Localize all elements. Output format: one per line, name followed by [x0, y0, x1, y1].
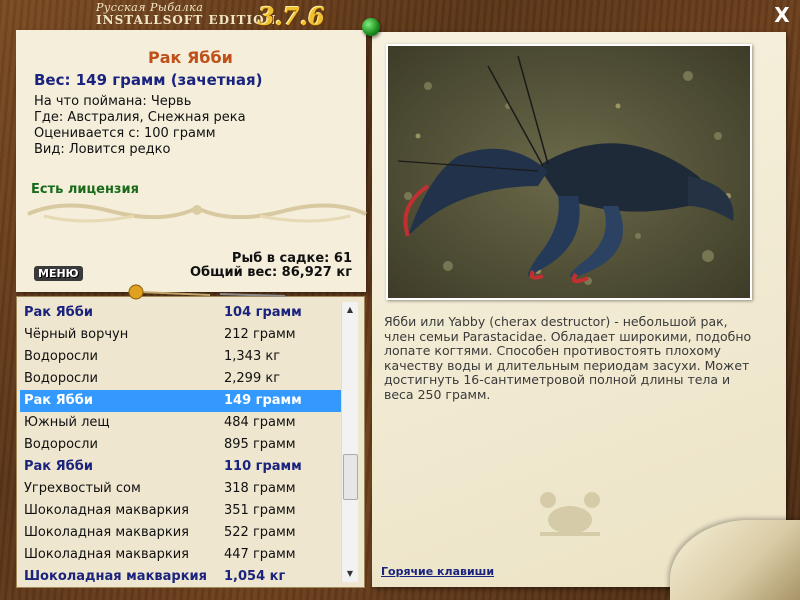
catch-list-row[interactable]: Водоросли 2,299 кг [20, 368, 342, 390]
ornament-divider-icon [27, 203, 367, 223]
fish-photo-frame [386, 44, 752, 300]
scroll-down-icon[interactable]: ▼ [342, 566, 358, 582]
catch-fish-name: Водоросли [24, 349, 98, 364]
catch-list-row[interactable]: Угрехвостый сом 318 грамм [20, 478, 342, 500]
close-button[interactable]: X [770, 4, 794, 26]
catch-fish-weight: 104 грамм [224, 305, 302, 320]
app-logo: Русская Рыбалка INSTALLSOFT EDITION [96, 2, 277, 26]
catch-fish-name: Шоколадная макваркия [24, 525, 189, 540]
catch-fish-weight: 351 грамм [224, 503, 296, 518]
catch-fish-name: Шоколадная макваркия [24, 547, 189, 562]
catch-fish-weight: 484 грамм [224, 415, 296, 430]
total-weight: Общий вес: 86,927 кг [189, 265, 352, 280]
catch-list-row[interactable]: Шоколадная макваркия 522 грамм [20, 522, 342, 544]
catch-fish-name: Рак Ябби [24, 393, 93, 408]
catch-fish-name: Рак Ябби [24, 305, 93, 320]
catch-list[interactable]: Рак Ябби 104 грамм Чёрный ворчун 212 грамм В… [20, 302, 342, 584]
fish-description: Ябби или Yabby (cherax destructor) - неб… [384, 314, 752, 402]
fish-name: Рак Ябби [148, 48, 233, 67]
catch-fish-name: Шоколадная макваркия [24, 569, 207, 584]
catch-list-row[interactable]: Шоколадная макваркия 351 грамм [20, 500, 342, 522]
fish-rated-from: Оценивается с: 100 грамм [34, 126, 216, 141]
pin-decoration-icon [128, 284, 286, 300]
catch-fish-name: Шоколадная макваркия [24, 503, 189, 518]
catch-fish-weight: 110 грамм [224, 459, 302, 474]
catch-list-scrollbar[interactable]: ▲ ▼ [341, 302, 358, 582]
catch-fish-weight: 2,299 кг [224, 371, 281, 386]
catch-fish-name: Водоросли [24, 437, 98, 452]
logo-line1: Русская Рыбалка [96, 1, 204, 14]
catch-list-row[interactable]: Рак Ябби 110 грамм [20, 456, 342, 478]
catch-fish-name: Водоросли [24, 371, 98, 386]
catch-fish-weight: 447 грамм [224, 547, 296, 562]
catch-fish-weight: 212 грамм [224, 327, 296, 342]
hotkeys-link[interactable]: Горячие клавиши [381, 565, 494, 578]
fish-bait: На что поймана: Червь [34, 94, 192, 109]
catch-fish-weight: 895 грамм [224, 437, 296, 452]
catch-list-row[interactable]: Шоколадная макваркия 447 грамм [20, 544, 342, 566]
catch-list-row[interactable]: Рак Ябби 149 грамм [20, 390, 342, 412]
catch-fish-weight: 522 грамм [224, 525, 296, 540]
version-label: 3.7.6 [258, 2, 325, 31]
catch-fish-name: Угрехвостый сом [24, 481, 141, 496]
crab-watermark-icon [540, 492, 600, 536]
catch-list-row[interactable]: Водоросли 895 грамм [20, 434, 342, 456]
fish-location: Где: Австралия, Снежная река [34, 110, 246, 125]
catch-list-row[interactable]: Южный лещ 484 грамм [20, 412, 342, 434]
scroll-up-icon[interactable]: ▲ [342, 302, 358, 318]
catch-fish-weight: 1,343 кг [224, 349, 281, 364]
catch-list-row[interactable]: Шоколадная макваркия 1,054 кг [20, 566, 342, 584]
crayfish-photo-icon [388, 46, 750, 298]
license-status: Есть лицензия [31, 182, 139, 197]
green-pin-icon [362, 18, 380, 36]
catch-fish-weight: 318 грамм [224, 481, 296, 496]
logo-line2: INSTALLSOFT EDITION [96, 13, 277, 27]
catch-fish-weight: 149 грамм [224, 393, 302, 408]
catch-fish-name: Чёрный ворчун [24, 327, 129, 342]
fish-kind: Вид: Ловится редко [34, 142, 171, 157]
catch-fish-weight: 1,054 кг [224, 569, 286, 584]
catch-list-row[interactable]: Чёрный ворчун 212 грамм [20, 324, 342, 346]
fish-weight: Вес: 149 грамм (зачетная) [34, 71, 263, 89]
cage-count: Рыб в садке: 61 [231, 251, 352, 266]
scroll-thumb[interactable] [343, 454, 358, 500]
menu-button[interactable]: МЕНЮ [34, 266, 83, 281]
catch-list-row[interactable]: Рак Ябби 104 грамм [20, 302, 342, 324]
catch-list-row[interactable]: Водоросли 1,343 кг [20, 346, 342, 368]
catch-fish-name: Южный лещ [24, 415, 110, 430]
catch-fish-name: Рак Ябби [24, 459, 93, 474]
